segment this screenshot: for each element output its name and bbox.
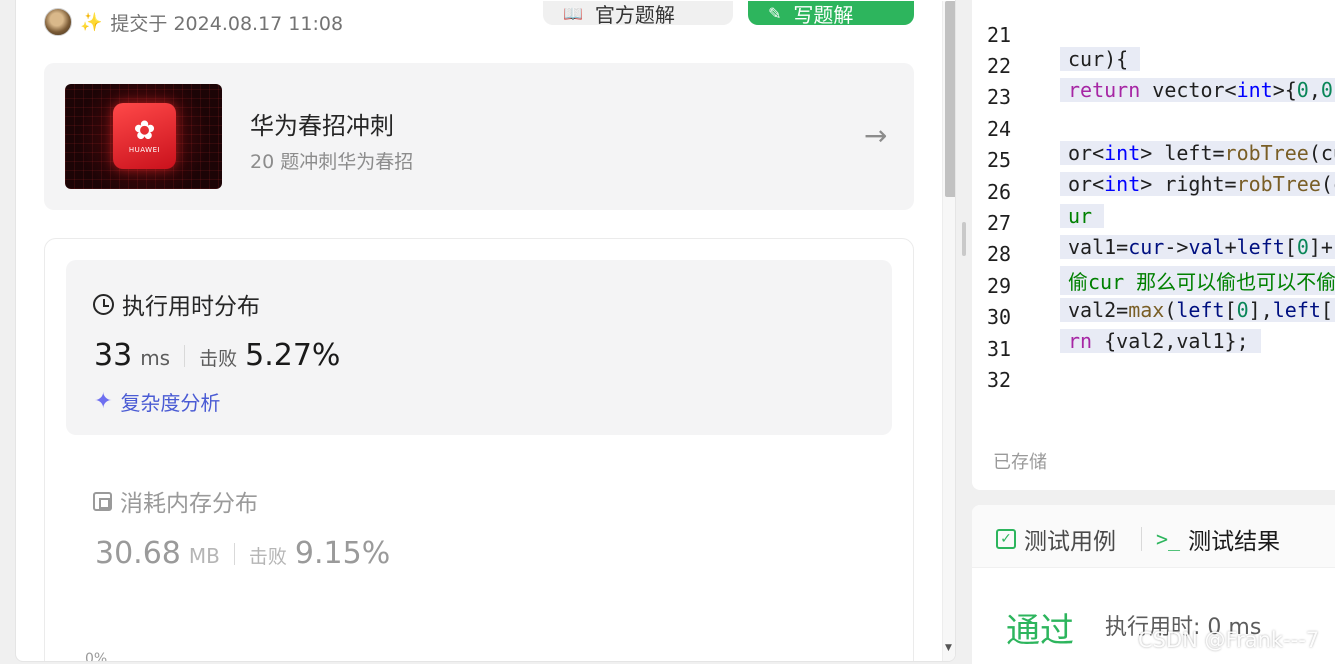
scrollbar-thumb[interactable] (945, 1, 955, 197)
line-number: 32 (987, 368, 1012, 392)
sparkles-icon: ✦ (94, 389, 113, 414)
write-solution-label: 写题解 (793, 2, 854, 27)
tab-test-results-label: 测试结果 (1188, 529, 1281, 555)
huawei-petals-icon: ✿ (133, 116, 156, 146)
book-icon: 📖 (563, 3, 583, 23)
submitted-time: 提交于 2024.08.17 11:08 (110, 12, 344, 35)
runtime-unit: ms (140, 346, 171, 370)
code-line: 26 ur (972, 156, 1335, 228)
code-line: 23 (972, 61, 1335, 109)
panel-resize-handle[interactable] (962, 222, 966, 256)
runtime-metrics: 33 ms 击败 5.27% (94, 338, 340, 373)
complexity-analysis-link[interactable]: ✦ 复杂度分析 (94, 387, 220, 416)
chip-icon (93, 491, 112, 511)
divider (233, 542, 235, 565)
promo-title: 华为春招冲刺 (250, 112, 394, 140)
code-line: 31 (972, 313, 1335, 361)
runtime-title: 执行用时分布 (93, 287, 260, 321)
official-solution-button[interactable]: 📖 官方题解 (543, 1, 733, 27)
huawei-logo: ✿ HUAWEI (113, 103, 176, 169)
stats-card: 执行用时分布 33 ms 击败 5.27% ✦ 复杂度分析 消耗内存分布 30.… (44, 238, 914, 662)
tab-test-results[interactable]: >_ 测试结果 (1156, 522, 1280, 556)
result-status: 通过 (1006, 611, 1074, 651)
code-line: 21 cur){ (972, 0, 1335, 71)
submission-detail-panel: ✨ 提交于 2024.08.17 11:08 📖 官方题解 ✎ 写题解 ✿ HU… (15, 0, 956, 662)
complexity-link-text: 复杂度分析 (120, 391, 221, 415)
edit-icon: ✎ (768, 3, 782, 23)
runtime-distribution[interactable]: 执行用时分布 33 ms 击败 5.27% ✦ 复杂度分析 (66, 260, 892, 435)
code-line: 28 偷cur 那么可以偷也可以不偷 (972, 218, 1335, 295)
terminal-icon: >_ (1156, 527, 1181, 551)
tab-test-cases-label: 测试用例 (1024, 529, 1116, 555)
memory-metrics: 30.68 MB 击败 9.15% (95, 536, 390, 571)
promo-image: ✿ HUAWEI (65, 84, 222, 189)
tab-divider (1141, 527, 1142, 551)
sparkle-icon: ✨ (80, 11, 103, 33)
saved-status: 已存储 (993, 452, 1047, 473)
code-line: 22 return vector<int>{0,0}; (972, 30, 1335, 102)
vertical-scrollbar[interactable]: ▼ (942, 1, 955, 661)
huawei-logo-text: HUAWEI (128, 146, 161, 154)
memory-title-text: 消耗内存分布 (120, 491, 258, 517)
code-line: 24 or<int> left=robTree(cur (972, 93, 1335, 165)
avatar[interactable] (44, 8, 72, 36)
code-editor[interactable]: 21 cur){ 22 return vector<int>{0,0}; 23 … (972, 0, 1335, 490)
submission-info: ✨ 提交于 2024.08.17 11:08 (44, 7, 343, 37)
checkbox-icon: ✓ (996, 529, 1016, 549)
scroll-down-arrow-icon[interactable]: ▼ (945, 643, 952, 653)
memory-beat-value: 9.15% (294, 536, 391, 571)
memory-value: 30.68 (95, 536, 181, 571)
code-line: 29 val2=max(left[0],left[1 (972, 250, 1335, 322)
official-solution-label: 官方题解 (594, 2, 675, 27)
memory-unit: MB (188, 544, 220, 568)
tab-test-cases[interactable]: ✓ 测试用例 (996, 522, 1116, 556)
clock-icon (93, 293, 114, 315)
code-line: 27 val1=cur->val+left[0]+ri (972, 187, 1335, 259)
divider (184, 344, 186, 367)
arrow-right-icon[interactable]: → (864, 119, 887, 152)
chart-axis-label: 0% (85, 651, 108, 662)
watermark: CSDN @Frank---7 (1138, 628, 1320, 652)
runtime-beat-value: 5.27% (245, 338, 341, 373)
memory-title: 消耗内存分布 (93, 484, 258, 518)
code-line: 25 or<int> right=robTree(cu (972, 124, 1335, 196)
runtime-title-text: 执行用时分布 (122, 294, 260, 320)
code-line: 32 (972, 344, 1335, 392)
promo-subtitle: 20 题冲刺华为春招 (250, 151, 414, 173)
test-tabs: ✓ 测试用例 >_ 测试结果 (972, 505, 1335, 568)
promo-card[interactable]: ✿ HUAWEI 华为春招冲刺 20 题冲刺华为春招 → (44, 63, 914, 210)
memory-beat-label: 击败 (248, 546, 287, 568)
runtime-value: 33 (94, 338, 133, 373)
write-solution-button[interactable]: ✎ 写题解 (748, 1, 914, 27)
runtime-beat-label: 击败 (199, 348, 238, 370)
code-line: 30 rn {val2,val1}; (972, 281, 1335, 353)
